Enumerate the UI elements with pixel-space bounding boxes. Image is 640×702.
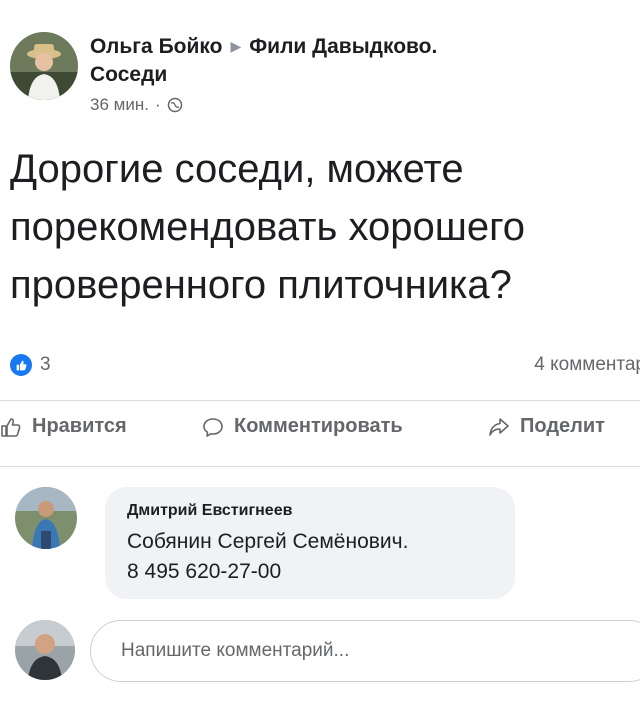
- post-header: Ольга Бойко ▶ Фили Давыдково. Соседи 36 ми…: [10, 32, 630, 132]
- current-user-avatar[interactable]: [15, 620, 75, 680]
- like-reaction-icon[interactable]: [10, 354, 32, 376]
- group-name[interactable]: Фили Давыдково.: [249, 35, 437, 58]
- like-button[interactable]: Нравится: [0, 415, 127, 438]
- speech-bubble-icon: [203, 417, 223, 437]
- thumbs-up-icon: [1, 417, 21, 437]
- comment-button-label: Комментировать: [234, 415, 403, 437]
- divider-bottom: [0, 466, 640, 467]
- post-meta: 36 мин. ·: [90, 95, 610, 115]
- comment-item: Дмитрий Евстигнеев Собянин Сергей Семёно…: [10, 487, 630, 599]
- post-header-text: Ольга Бойко ▶ Фили Давыдково. Соседи 36 ми…: [90, 32, 610, 115]
- meta-separator: ·: [154, 95, 161, 114]
- header-title-line: Ольга Бойко ▶ Фили Давыдково.: [90, 32, 610, 61]
- post-text: Дорогие соседи, можете порекомендовать х…: [10, 147, 526, 307]
- comment-composer: Напишите комментарий...: [10, 612, 640, 692]
- like-button-label: Нравится: [32, 415, 127, 437]
- comments-count[interactable]: 4 комментар: [534, 354, 640, 376]
- commenter-name[interactable]: Дмитрий Евстигнеев: [127, 502, 292, 520]
- group-name-line2[interactable]: Соседи: [90, 61, 610, 89]
- arrow-right-icon: ▶: [230, 38, 242, 54]
- reactions-bar: 3 4 комментар: [10, 352, 640, 382]
- comment-bubble: Дмитрий Евстигнеев Собянин Сергей Семёно…: [105, 487, 515, 599]
- share-button[interactable]: Поделит: [488, 415, 605, 438]
- like-count[interactable]: 3: [40, 354, 51, 376]
- divider-top: [0, 400, 640, 401]
- share-button-label: Поделит: [520, 415, 605, 437]
- comment-input[interactable]: Напишите комментарий...: [90, 620, 640, 682]
- author-avatar[interactable]: [10, 32, 78, 100]
- post-time[interactable]: 36 мин.: [90, 95, 149, 115]
- author-name[interactable]: Ольга Бойко: [90, 35, 222, 58]
- globe-icon: [167, 97, 183, 113]
- share-arrow-icon: [489, 417, 509, 436]
- action-bar: Нравится Комментировать Поделит: [0, 415, 640, 455]
- comment-text: Собянин Сергей Семёнович. 8 495 620-27-0…: [127, 530, 409, 583]
- commenter-avatar[interactable]: [15, 487, 77, 549]
- comment-button[interactable]: Комментировать: [202, 415, 403, 438]
